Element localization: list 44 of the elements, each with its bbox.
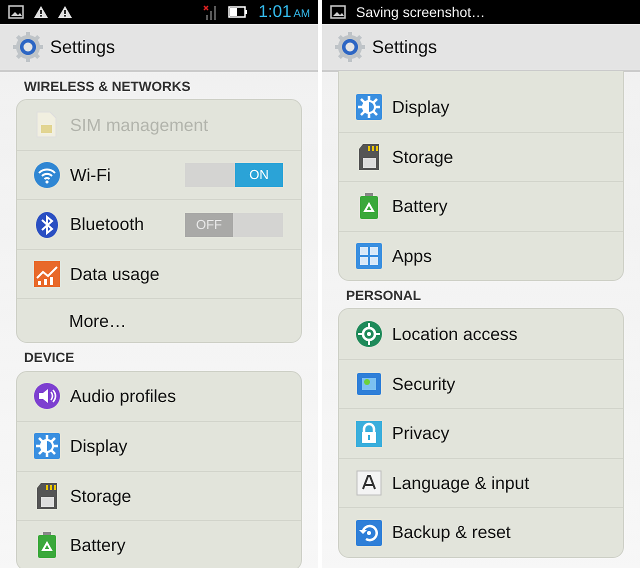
settings-row[interactable]: Backup & reset — [339, 507, 623, 557]
settings-row[interactable]: More… — [17, 298, 301, 342]
wifi-icon — [33, 161, 61, 189]
settings-row[interactable]: Battery — [339, 181, 623, 230]
speaker-icon — [33, 382, 61, 410]
section-header: WIRELESS & NETWORKS — [23, 78, 192, 96]
no-signal-icon — [202, 3, 218, 21]
settings-row[interactable]: Language & input — [339, 458, 623, 508]
gear-icon — [334, 31, 366, 63]
chart-icon — [33, 260, 61, 288]
keyboard-key-icon — [355, 469, 383, 497]
grid-icon — [355, 242, 383, 270]
settings-row[interactable]: Security — [339, 358, 623, 408]
settings-row[interactable]: Storage — [339, 132, 623, 181]
brightness-icon — [33, 432, 61, 460]
screen-title: Settings — [372, 36, 438, 59]
screen-title: Settings — [50, 36, 116, 59]
target-icon — [355, 320, 383, 348]
image-icon — [8, 5, 24, 19]
settings-row[interactable]: Display — [17, 421, 301, 470]
settings-row[interactable]: Wi-Fi ON — [17, 150, 301, 200]
brightness-icon — [355, 92, 383, 121]
status-time: 1:01 AM — [258, 1, 310, 24]
section-header: PERSONAL — [345, 287, 422, 305]
image-icon — [330, 5, 346, 19]
gear-icon — [12, 31, 44, 63]
settings-row[interactable]: Display — [339, 82, 623, 132]
settings-row[interactable]: Audio profiles — [17, 372, 301, 421]
settings-row[interactable]: Bluetooth OFF — [17, 199, 301, 249]
warning-icon — [34, 5, 48, 19]
settings-row[interactable]: Battery — [17, 520, 301, 568]
settings-row[interactable]: Location access — [339, 309, 623, 359]
settings-row[interactable]: Apps — [339, 230, 623, 280]
settings-row[interactable]: Data usage — [17, 248, 301, 298]
settings-row[interactable]: Storage — [17, 470, 301, 520]
frame-icon — [355, 370, 383, 398]
padlock-icon — [355, 420, 383, 448]
section-header: DEVICE — [23, 349, 76, 368]
notification-text: Saving screenshot… — [356, 2, 486, 22]
battery-icon — [228, 6, 248, 18]
restore-icon — [355, 518, 383, 546]
warning-icon — [58, 5, 72, 19]
settings-row[interactable]: Privacy — [339, 408, 623, 458]
bluetooth-icon — [33, 210, 61, 238]
